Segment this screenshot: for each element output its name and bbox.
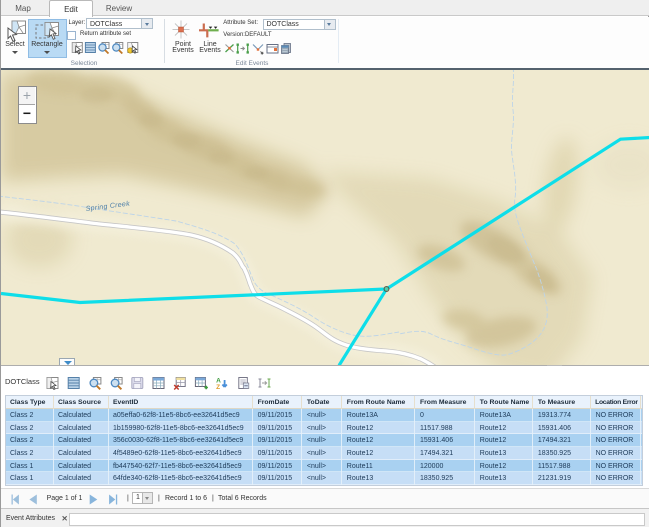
svg-text:Z: Z [216,384,220,391]
